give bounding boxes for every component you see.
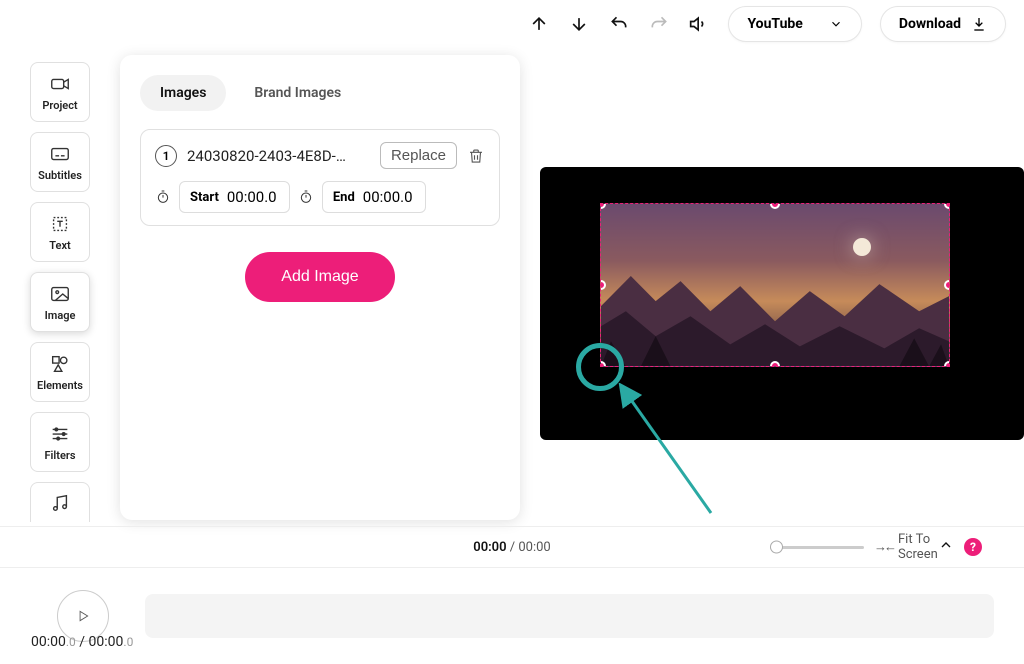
move-down-icon[interactable]: [568, 13, 590, 35]
end-label: End: [333, 190, 355, 205]
redo-icon: [648, 13, 670, 35]
volume-icon[interactable]: [688, 13, 710, 35]
stopwatch-icon: [155, 189, 171, 205]
timeline-track[interactable]: [145, 594, 994, 638]
preset-dropdown[interactable]: YouTube: [728, 6, 861, 42]
camera-icon: [49, 73, 71, 95]
add-image-button[interactable]: Add Image: [245, 252, 394, 302]
resize-handle-nw[interactable]: [600, 203, 606, 209]
elements-icon: [49, 353, 71, 375]
sidebar-item-audio[interactable]: [30, 482, 90, 522]
move-up-icon[interactable]: [528, 13, 550, 35]
sidebar-item-elements[interactable]: Elements: [30, 342, 90, 402]
zoom-slider[interactable]: [770, 546, 864, 549]
end-time-field[interactable]: End: [322, 181, 426, 213]
undo-icon[interactable]: [608, 13, 630, 35]
start-time-input[interactable]: [227, 188, 279, 206]
resize-handle-s[interactable]: [770, 361, 780, 367]
sidebar-item-label: Filters: [45, 449, 76, 462]
moon-graphic: [853, 238, 871, 256]
start-label: Start: [190, 190, 219, 205]
sidebar-item-subtitles[interactable]: Subtitles: [30, 132, 90, 192]
timeline-time-readout: 00:00.0 / 00:00.0: [31, 634, 133, 650]
sidebar-item-text[interactable]: Text: [30, 202, 90, 262]
replace-button[interactable]: Replace: [380, 142, 457, 169]
sidebar-item-project[interactable]: Project: [30, 62, 90, 122]
playhead-time: 00:00 / 00:00: [473, 540, 550, 555]
sidebar-item-label: Text: [49, 239, 70, 252]
music-icon: [49, 492, 71, 514]
resize-handle-n[interactable]: [770, 203, 780, 209]
image-filename: 24030820-2403-4E8D-…: [187, 147, 370, 165]
download-label: Download: [899, 16, 961, 32]
tab-brand-images[interactable]: Brand Images: [234, 75, 361, 111]
help-button[interactable]: ?: [964, 538, 982, 556]
sidebar-item-filters[interactable]: Filters: [30, 412, 90, 472]
preview-canvas[interactable]: ↻: [540, 167, 1024, 440]
start-time-field[interactable]: Start: [179, 181, 290, 213]
filters-icon: [49, 423, 71, 445]
resize-handle-ne[interactable]: [944, 203, 950, 209]
sidebar-item-label: Elements: [37, 379, 83, 392]
stopwatch-icon: [298, 189, 314, 205]
preset-label: YouTube: [747, 16, 802, 32]
sidebar-item-label: Image: [45, 309, 76, 322]
mountain-graphic: [601, 266, 949, 366]
timeline: [0, 568, 1024, 664]
download-button[interactable]: Download: [880, 6, 1006, 42]
text-icon: [49, 213, 71, 235]
chevron-down-icon: [829, 17, 843, 31]
collapse-icon[interactable]: [938, 537, 954, 557]
image-icon: [49, 283, 71, 305]
sidebar-item-label: Project: [42, 99, 77, 112]
image-panel: Images Brand Images 1 24030820-2403-4E8D…: [120, 55, 520, 520]
resize-handle-e[interactable]: [944, 280, 950, 290]
delete-icon[interactable]: [467, 146, 485, 166]
download-icon: [971, 16, 987, 32]
sidebar-item-label: Subtitles: [38, 169, 82, 182]
timeline-header: 00:00 / 00:00 →← Fit To Screen ?: [0, 526, 1024, 568]
fit-to-screen-button[interactable]: →← Fit To Screen: [874, 532, 928, 562]
selected-image[interactable]: ↻: [600, 203, 950, 367]
end-time-input[interactable]: [363, 188, 415, 206]
image-item-card: 1 24030820-2403-4E8D-… Replace Start End: [140, 129, 500, 226]
resize-handle-se[interactable]: [944, 361, 950, 367]
sidebar: Project Subtitles Text Image Elements Fi…: [30, 62, 90, 522]
subtitles-icon: [49, 143, 71, 165]
tab-images[interactable]: Images: [140, 75, 226, 111]
play-icon: [76, 608, 90, 624]
sidebar-item-image[interactable]: Image: [30, 272, 90, 332]
item-index: 1: [155, 145, 177, 167]
